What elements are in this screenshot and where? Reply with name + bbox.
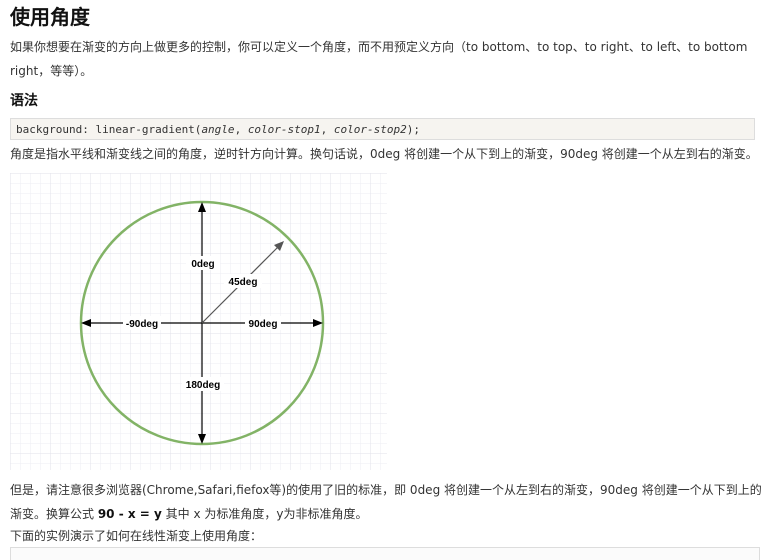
example-box-top <box>10 547 760 560</box>
example-intro: 下面的实例演示了如何在线性渐变上使用角度： <box>10 529 263 543</box>
angle-diagram: 0deg 45deg -90deg 90deg 180deg <box>10 173 387 470</box>
label-180deg: 180deg <box>186 380 220 391</box>
code-param-color-stop2: color-stop2 <box>333 123 407 136</box>
label-0deg: 0deg <box>191 259 214 270</box>
syntax-heading: 语法 <box>10 93 38 109</box>
label-45deg: 45deg <box>229 277 258 288</box>
label-90deg: 90deg <box>249 319 278 330</box>
page-title: 使用角度 <box>10 5 90 29</box>
code-prefix: background: linear-gradient( <box>16 123 202 136</box>
code-suffix: ); <box>406 123 421 136</box>
angle-description: 角度是指水平线和渐变线之间的角度，逆时针方向计算。换句话说，0deg 将创建一个… <box>10 147 758 161</box>
formula-text: 90 - x = y <box>97 507 162 521</box>
intro-paragraph: 如果你想要在渐变的方向上做更多的控制，你可以定义一个角度，而不用预定义方向（to… <box>10 40 748 78</box>
code-param-color-stop1: color-stop1 <box>247 123 321 136</box>
code-separator: , <box>320 123 334 136</box>
grid-background <box>10 173 387 470</box>
note-text-end: 其中 x 为标准角度，y为非标准角度。 <box>161 507 368 521</box>
browser-note-paragraph: 但是，请注意很多浏览器(Chrome,Safari,fiefox等)的使用了旧的… <box>10 478 762 526</box>
syntax-code-block: background: linear-gradient(angle, color… <box>10 118 755 140</box>
page: 使用角度 如果你想要在渐变的方向上做更多的控制，你可以定义一个角度，而不用预定义… <box>0 0 768 560</box>
code-separator: , <box>234 123 248 136</box>
code-param-angle: angle <box>201 123 235 136</box>
label-minus-90deg: -90deg <box>126 319 158 330</box>
